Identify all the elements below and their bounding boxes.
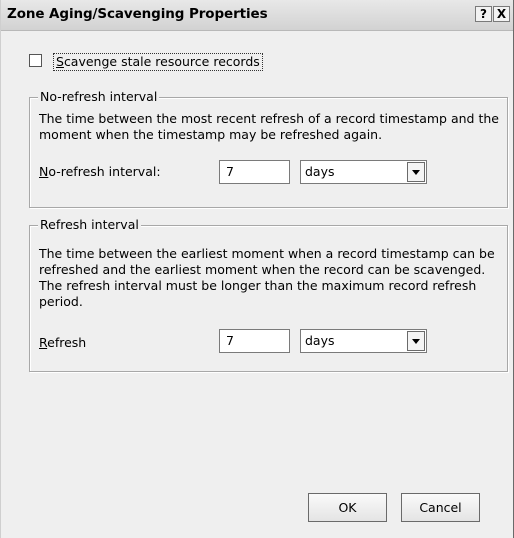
refresh-description: The time between the earliest moment whe… <box>39 246 495 309</box>
scavenge-label-mnemonic: S <box>56 54 64 69</box>
refresh-field-label: Refresh <box>39 335 86 351</box>
refresh-interval-input[interactable]: 7 <box>219 329 290 353</box>
refresh-unit-value: days <box>305 333 335 348</box>
no-refresh-field-label: No-refresh interval: <box>39 164 161 180</box>
no-refresh-description: The time between the most recent refresh… <box>39 111 499 142</box>
refresh-interval-group: Refresh interval The time between the ea… <box>29 217 508 372</box>
refresh-unit-select[interactable]: days <box>300 329 427 353</box>
refresh-group-title: Refresh interval <box>38 217 141 233</box>
help-button[interactable]: ? <box>475 6 492 22</box>
scavenge-checkbox-label[interactable]: Scavenge stale resource records <box>53 53 263 71</box>
title-bar[interactable]: Zone Aging/Scavenging Properties ? X <box>1 0 513 31</box>
no-refresh-label-mnemonic: N <box>39 164 49 179</box>
ok-button[interactable]: OK <box>308 493 387 522</box>
no-refresh-group-title: No-refresh interval <box>38 89 160 105</box>
no-refresh-interval-input[interactable]: 7 <box>219 160 290 184</box>
dialog-title: Zone Aging/Scavenging Properties <box>7 6 268 22</box>
no-refresh-label-text: o-refresh interval: <box>48 164 161 179</box>
chevron-down-icon[interactable] <box>407 162 425 182</box>
close-button[interactable]: X <box>493 6 510 22</box>
no-refresh-interval-group: No-refresh interval The time between the… <box>29 89 508 208</box>
zone-aging-dialog: Zone Aging/Scavenging Properties ? X Sca… <box>0 0 514 538</box>
scavenge-label-text: cavenge stale resource records <box>63 54 260 69</box>
cancel-button[interactable]: Cancel <box>401 493 480 522</box>
no-refresh-unit-select[interactable]: days <box>300 160 427 184</box>
scavenge-checkbox[interactable] <box>29 54 42 67</box>
refresh-label-mnemonic: R <box>39 335 48 350</box>
chevron-down-icon[interactable] <box>407 331 425 351</box>
no-refresh-unit-value: days <box>305 164 335 179</box>
refresh-label-text: efresh <box>47 335 87 350</box>
